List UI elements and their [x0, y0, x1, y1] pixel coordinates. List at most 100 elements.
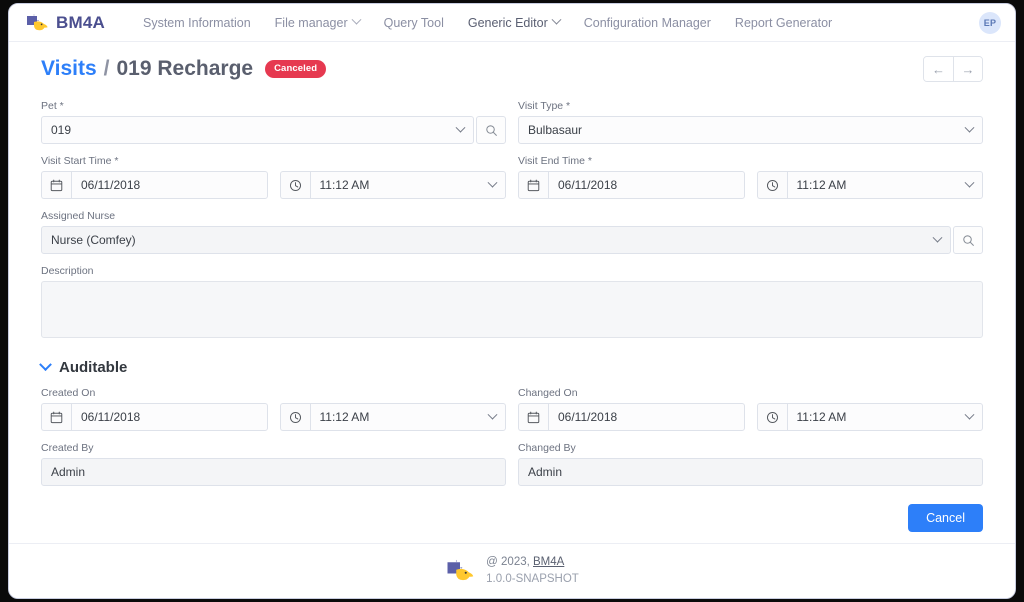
clock-icon	[289, 179, 301, 191]
changed-on-date-value: 06/11/2018	[558, 410, 618, 424]
chevron-down-icon	[964, 122, 975, 133]
visit-start-date-input[interactable]: 06/11/2018	[71, 171, 268, 199]
footer-copyright: @ 2023, BM4A	[486, 554, 579, 571]
clock-icon	[289, 411, 301, 423]
field-assigned-nurse: Assigned Nurse Nurse (Comfey)	[41, 210, 983, 254]
chevron-down-icon	[964, 409, 975, 420]
nav-item-query-tool[interactable]: Query Tool	[372, 10, 456, 36]
field-label-changed-on: Changed On	[518, 387, 578, 399]
field-label-changed-by: Changed By	[518, 442, 576, 454]
form-row-pet-visittype: Pet * 019 Visit Type * Bulbasaur	[41, 100, 983, 144]
next-record-button[interactable]: →	[953, 57, 982, 81]
top-navbar: BM4A System Information File manager Que…	[9, 4, 1015, 42]
visit-type-value: Bulbasaur	[528, 123, 583, 137]
calendar-icon	[50, 179, 63, 191]
changed-on-time-select[interactable]: 11:12 AM	[786, 403, 983, 431]
visit-end-date-value: 06/11/2018	[558, 178, 618, 192]
form-row-description: Description	[41, 265, 983, 343]
chevron-down-icon	[351, 14, 362, 25]
nav-item-label: File manager	[274, 15, 348, 30]
field-label-created-by: Created By	[41, 442, 94, 454]
auditable-section-title: Auditable	[59, 359, 128, 376]
pet-search-button[interactable]	[476, 116, 506, 144]
visit-end-time-icon-box	[756, 171, 787, 199]
clock-icon	[766, 179, 778, 191]
pet-select[interactable]: 019	[41, 116, 474, 144]
visit-type-select[interactable]: Bulbasaur	[518, 116, 983, 144]
created-on-time-icon-box	[279, 403, 310, 431]
status-badge: Canceled	[265, 60, 327, 78]
calendar-icon	[50, 411, 63, 423]
breadcrumb-record-name: 019 Recharge	[116, 57, 254, 80]
visit-start-time-select[interactable]: 11:12 AM	[309, 171, 506, 199]
nav-item-label: Report Generator	[734, 15, 833, 30]
visit-end-date-input[interactable]: 06/11/2018	[548, 171, 745, 199]
description-textarea[interactable]	[41, 281, 983, 338]
app-window: BM4A System Information File manager Que…	[8, 3, 1016, 599]
brand-logo[interactable]: BM4A	[25, 13, 105, 33]
footer-brand-link[interactable]: BM4A	[533, 556, 564, 568]
assigned-nurse-select[interactable]: Nurse (Comfey)	[41, 226, 951, 254]
nav-item-label: System Information	[142, 15, 251, 30]
nav-items: System Information File manager Query To…	[131, 10, 979, 36]
field-visit-end-time: Visit End Time * 06/11/2018 11:12 AM	[518, 155, 983, 199]
field-label-created-on: Created On	[41, 387, 96, 399]
created-on-time-value: 11:12 AM	[319, 410, 370, 424]
field-created-by: Created By Admin	[41, 442, 506, 486]
field-label-visit-start-time: Visit Start Time *	[41, 155, 119, 167]
chevron-down-icon	[487, 409, 498, 420]
created-on-date-input[interactable]: 06/11/2018	[71, 403, 268, 431]
nav-item-generic-editor[interactable]: Generic Editor	[456, 10, 572, 36]
form-row-assigned-nurse: Assigned Nurse Nurse (Comfey)	[41, 210, 983, 254]
field-visit-type: Visit Type * Bulbasaur	[518, 100, 983, 144]
field-label-pet: Pet *	[41, 100, 64, 112]
avatar[interactable]: EP	[979, 11, 1001, 34]
calendar-icon	[527, 411, 540, 423]
bm4a-logo-icon	[447, 559, 474, 581]
page-header: Visits / 019 Recharge Canceled ← →	[41, 56, 983, 82]
visit-start-time-icon-box	[279, 171, 310, 199]
search-icon	[962, 234, 974, 246]
chevron-down-icon	[455, 122, 466, 133]
page-footer: @ 2023, BM4A 1.0.0-SNAPSHOT	[9, 543, 1015, 598]
search-icon	[485, 124, 497, 136]
cancel-button[interactable]: Cancel	[908, 504, 983, 532]
nav-item-configuration-manager[interactable]: Configuration Manager	[572, 10, 723, 36]
field-created-on: Created On 06/11/2018 11:12 AM	[41, 387, 506, 431]
field-label-visit-type: Visit Type *	[518, 100, 571, 112]
nav-item-report-generator[interactable]: Report Generator	[723, 10, 844, 36]
field-label-description: Description	[41, 265, 94, 277]
breadcrumb-link-visits[interactable]: Visits	[41, 57, 97, 81]
bm4a-logo-icon	[27, 13, 48, 30]
visit-end-time-select[interactable]: 11:12 AM	[786, 171, 983, 199]
assigned-nurse-search-button[interactable]	[953, 226, 983, 254]
nav-item-label: Generic Editor	[467, 15, 548, 30]
changed-on-time-value: 11:12 AM	[796, 410, 847, 424]
chevron-down-icon	[932, 232, 943, 243]
calendar-icon	[527, 179, 540, 191]
nav-item-file-manager[interactable]: File manager	[263, 10, 372, 36]
field-label-visit-end-time: Visit End Time *	[518, 155, 592, 167]
changed-on-date-input[interactable]: 06/11/2018	[548, 403, 745, 431]
form-row-created-changed-by: Created By Admin Changed By Admin	[41, 442, 983, 486]
visit-end-time-value: 11:12 AM	[796, 178, 847, 192]
footer-copyright-prefix: @ 2023,	[486, 556, 533, 569]
field-visit-start-time: Visit Start Time * 06/11/2018 11:12 AM	[41, 155, 506, 199]
breadcrumb-separator: /	[103, 57, 110, 80]
main-content: Visits / 019 Recharge Canceled ← → Pet *	[9, 42, 1015, 543]
footer-text: @ 2023, BM4A 1.0.0-SNAPSHOT	[486, 554, 579, 587]
changed-by-value: Admin	[528, 465, 563, 479]
nav-item-system-information[interactable]: System Information	[131, 10, 263, 36]
created-on-time-select[interactable]: 11:12 AM	[309, 403, 506, 431]
form-row-created-changed-on: Created On 06/11/2018 11:12 AM Changed O…	[41, 387, 983, 431]
created-on-date-value: 06/11/2018	[81, 410, 141, 424]
auditable-section-toggle[interactable]: Auditable	[39, 358, 983, 376]
form-row-visit-times: Visit Start Time * 06/11/2018 11:12 AM V…	[41, 155, 983, 199]
chevron-down-icon	[551, 14, 562, 25]
changed-by-input: Admin	[518, 458, 983, 486]
created-by-input: Admin	[41, 458, 506, 486]
changed-on-time-icon-box	[756, 403, 787, 431]
nav-item-label: Configuration Manager	[583, 15, 711, 30]
previous-record-button[interactable]: ←	[924, 57, 953, 81]
pet-value: 019	[51, 123, 72, 137]
